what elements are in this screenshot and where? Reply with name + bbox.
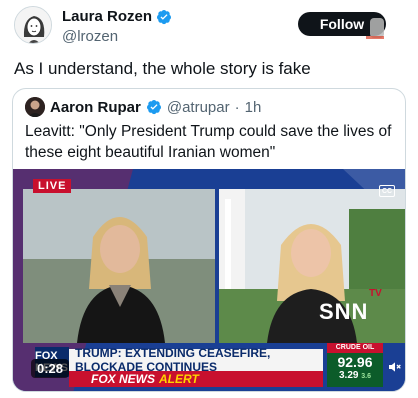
quoted-avatar-drawing	[25, 97, 45, 117]
video-player[interactable]: LIVE CC TV SNN FOX NEWS TRUMP: EXTENDING…	[13, 169, 405, 391]
author-avatar[interactable]	[14, 6, 52, 44]
author-block: Laura Rozen @lrozen	[62, 8, 172, 47]
video-elapsed-time: 0:28	[31, 359, 70, 378]
live-badge: LIVE	[33, 179, 72, 193]
alert-word: ALERT	[159, 372, 199, 386]
crude-oil-change-value: 3.29	[339, 370, 359, 381]
host-figure	[23, 189, 215, 343]
crude-oil-label: CRUDE OIL	[327, 343, 383, 353]
verified-badge-icon	[146, 100, 161, 115]
overlay-artifact	[366, 18, 384, 39]
quoted-tweet-card[interactable]: Aaron Rupar @atrupar · 1h Leavitt: "Only…	[12, 88, 406, 392]
avatar-drawing	[15, 7, 51, 43]
author-name[interactable]: Laura Rozen	[62, 8, 152, 26]
quoted-tweet-text: Leavitt: "Only President Trump could sav…	[25, 123, 392, 161]
crude-oil-ticker: CRUDE OIL 92.96 3.29 3.6	[327, 343, 383, 387]
quoted-author-avatar[interactable]	[25, 97, 45, 117]
crude-oil-price: 92.96	[337, 354, 373, 370]
news-lower-third: FOX NEWS TRUMP: EXTENDING CEASEFIRE, BLO…	[13, 343, 405, 391]
quoted-author-handle[interactable]: @atrupar	[167, 99, 230, 116]
alert-bar: FOX NEWS ALERT	[69, 371, 323, 387]
quoted-tweet-time[interactable]: 1h	[245, 99, 262, 116]
guest-figure	[219, 189, 405, 343]
verified-badge-icon	[157, 10, 172, 25]
author-handle[interactable]: @lrozen	[62, 27, 172, 47]
video-panel-host	[23, 189, 215, 343]
crude-oil-change-pct: 3.6	[361, 373, 371, 380]
separator-dot: ·	[234, 98, 240, 116]
watermark-tv: TV	[369, 288, 382, 299]
closed-captions-icon[interactable]: CC	[379, 185, 395, 197]
author-name-row[interactable]: Laura Rozen	[62, 8, 172, 26]
video-panel-guest	[219, 189, 405, 343]
quoted-tweet-header: Aaron Rupar @atrupar · 1h	[25, 97, 261, 117]
crude-oil-change: 3.29 3.6	[327, 370, 383, 383]
news-headline: TRUMP: EXTENDING CEASEFIRE, BLOCKADE CON…	[69, 346, 323, 374]
channel-watermark: SNN	[319, 299, 369, 324]
volume-icon[interactable]	[387, 359, 403, 375]
alert-network: FOX NEWS	[91, 372, 156, 386]
tweet-text: As I understand, the whole story is fake	[14, 59, 311, 78]
quoted-author-name[interactable]: Aaron Rupar	[50, 99, 141, 116]
